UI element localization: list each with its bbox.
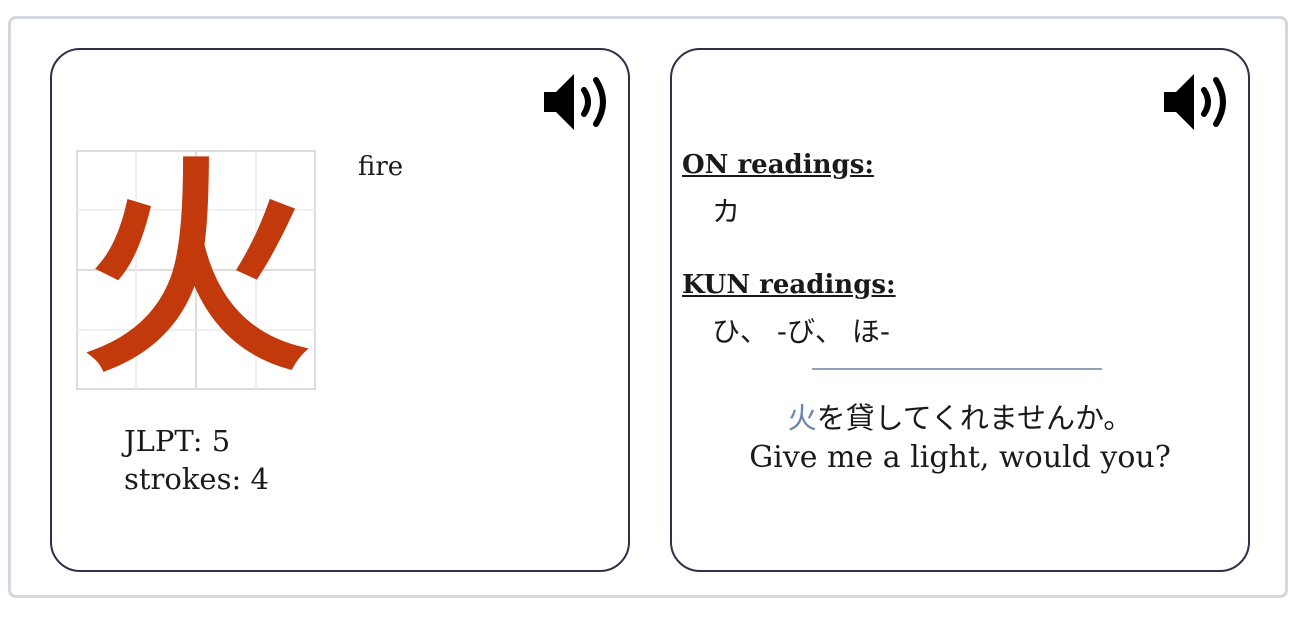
example-translation: Give me a light, would you? — [749, 440, 1171, 475]
on-readings-title: ON readings: — [682, 150, 874, 180]
speaker-icon[interactable] — [1156, 68, 1236, 136]
speaker-icon[interactable] — [536, 68, 616, 136]
example-kanji-highlight: 火 — [787, 401, 817, 435]
example-sentence: 火を貸してくれませんか。 — [672, 395, 1248, 437]
kanji-display: 火 — [76, 150, 316, 390]
kanji-card-front[interactable]: 火 fire JLPT: 5 strokes: 4 — [50, 48, 630, 572]
divider — [812, 368, 1102, 370]
jlpt-level: JLPT: 5 — [124, 424, 231, 458]
on-readings-values: カ — [712, 195, 741, 228]
kanji-meaning: fire — [358, 152, 404, 182]
kun-readings-values: ひ、 -び、 ほ- — [712, 315, 891, 348]
kanji-character: 火 — [82, 137, 310, 403]
kanji-stats: JLPT: 5 strokes: 4 — [124, 422, 269, 498]
kanji-card-back[interactable]: ON readings: カ KUN readings: ひ、 -び、 ほ- 火… — [670, 48, 1250, 572]
example-sentence-rest: を貸してくれませんか。 — [816, 401, 1133, 435]
stroke-count: strokes: 4 — [124, 462, 269, 496]
kun-readings-title: KUN readings: — [682, 270, 896, 300]
